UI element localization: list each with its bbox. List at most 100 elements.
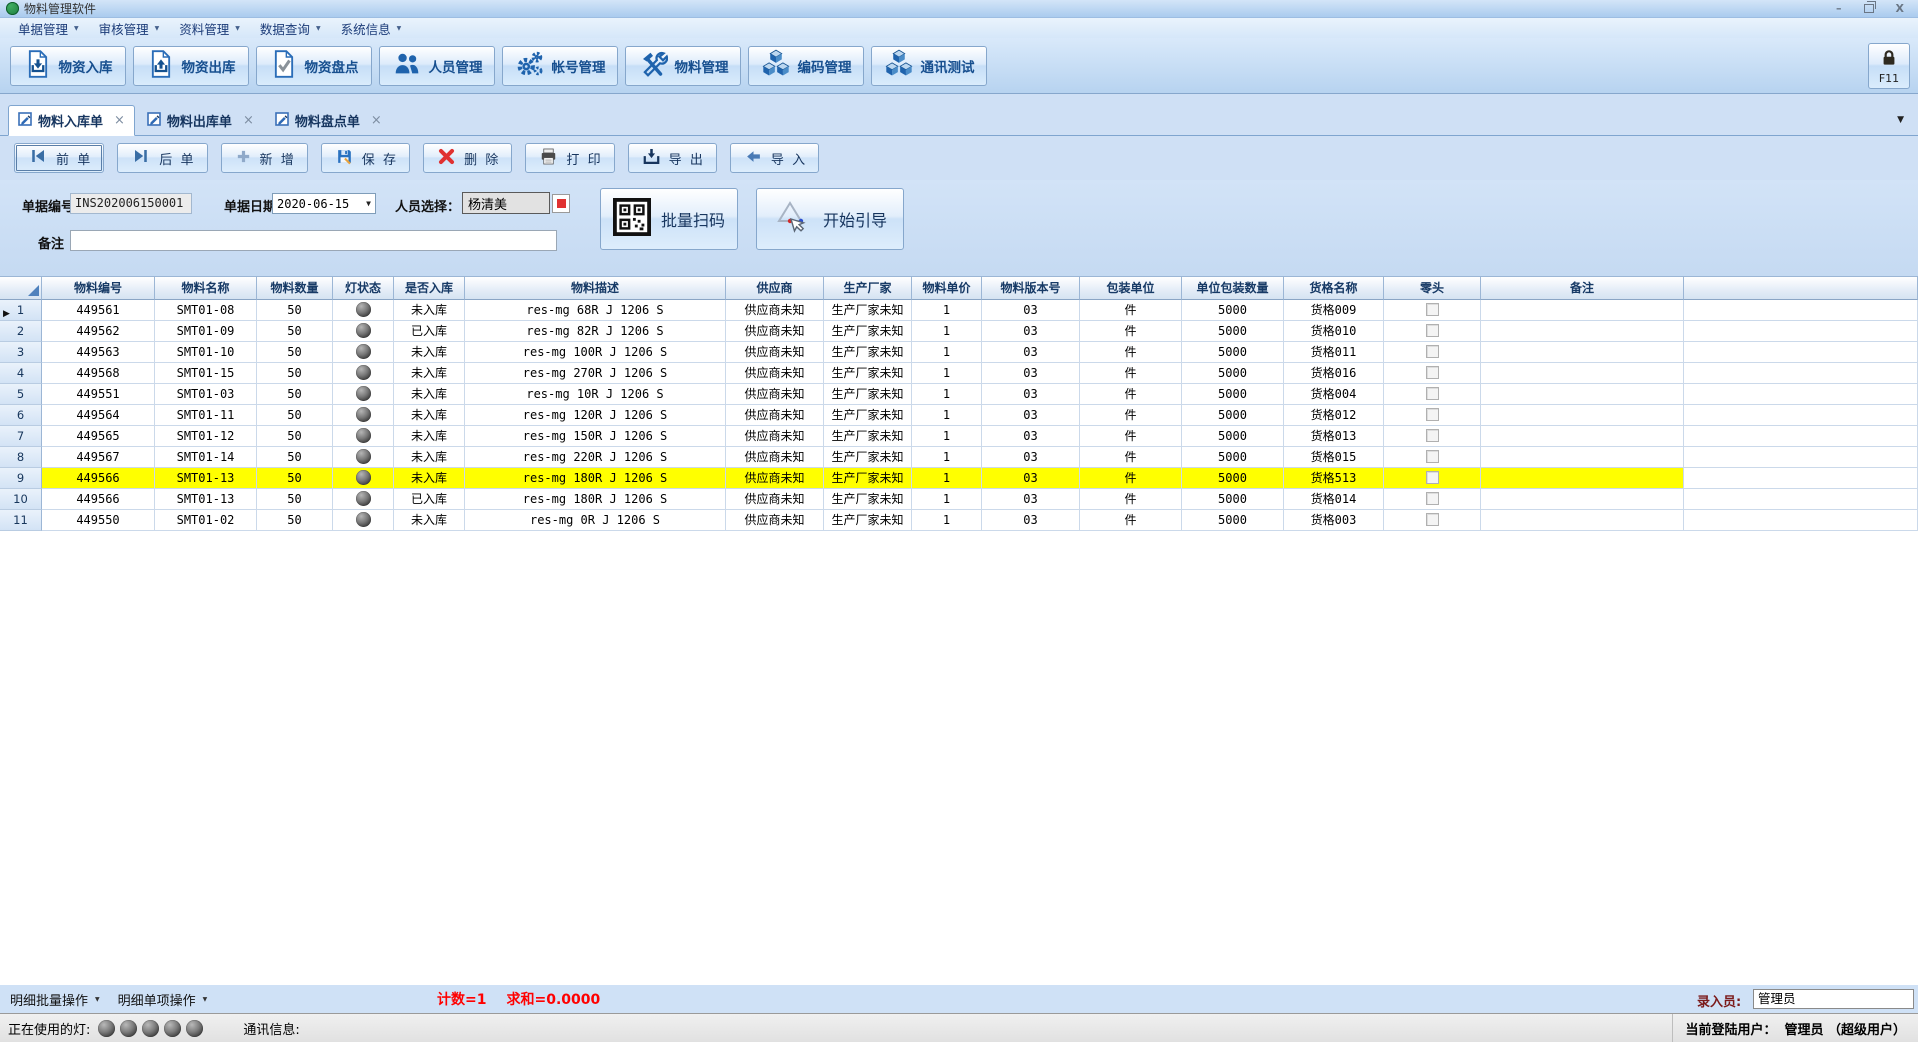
lock-f11-button[interactable]: F11 xyxy=(1868,43,1910,89)
detail-single-menu[interactable]: 明细单项操作▼ xyxy=(118,990,208,1009)
close-button[interactable]: X xyxy=(1896,4,1904,14)
table-row[interactable]: 5449551SMT01-0350未入库res-mg 10R J 1206 S供… xyxy=(0,384,1918,405)
odd-checkbox[interactable] xyxy=(1426,408,1439,421)
delete-button[interactable]: 删 除 xyxy=(423,143,512,173)
table-row[interactable]: 6449564SMT01-1150未入库res-mg 120R J 1206 S… xyxy=(0,405,1918,426)
table-row[interactable]: 8449567SMT01-1450未入库res-mg 220R J 1206 S… xyxy=(0,447,1918,468)
odd-checkbox[interactable] xyxy=(1426,366,1439,379)
column-header[interactable] xyxy=(0,276,42,300)
cell-desc: res-mg 100R J 1206 S xyxy=(465,342,726,363)
table-row[interactable]: 3449563SMT01-1050未入库res-mg 100R J 1206 S… xyxy=(0,342,1918,363)
column-header[interactable]: 物料单价 xyxy=(912,276,982,300)
material-management-button[interactable]: 物料管理 xyxy=(625,46,741,86)
odd-checkbox[interactable] xyxy=(1426,513,1439,526)
menu-item-system[interactable]: 系统信息▼ xyxy=(331,18,412,38)
material-inbound-button[interactable]: 物资入库 xyxy=(10,46,126,86)
column-header[interactable]: 物料版本号 xyxy=(982,276,1080,300)
cell-remark xyxy=(1481,300,1684,321)
odd-checkbox[interactable] xyxy=(1426,303,1439,316)
menu-item-query[interactable]: 数据查询▼ xyxy=(250,18,331,38)
table-row[interactable]: 7449565SMT01-1250未入库res-mg 150R J 1206 S… xyxy=(0,426,1918,447)
select-all-corner-icon[interactable] xyxy=(28,285,39,296)
cell-name: SMT01-11 xyxy=(155,405,257,426)
person-picker-button[interactable] xyxy=(552,194,570,213)
table-row[interactable]: 4449568SMT01-1550未入库res-mg 270R J 1206 S… xyxy=(0,363,1918,384)
cell-price: 1 xyxy=(912,426,982,447)
column-header[interactable]: 生产厂家 xyxy=(824,276,912,300)
start-guide-button[interactable]: 开始引导 xyxy=(756,188,904,250)
account-management-button[interactable]: 帐号管理 xyxy=(502,46,618,86)
cell-version: 03 xyxy=(982,510,1080,531)
remark-field[interactable] xyxy=(70,230,557,251)
chevron-down-icon: ▼ xyxy=(316,25,321,32)
doc-no-field[interactable]: INS202006150001 xyxy=(70,193,192,214)
entry-operator-field[interactable]: 管理员 xyxy=(1753,989,1914,1009)
column-header[interactable]: 供应商 xyxy=(726,276,824,300)
comm-test-button[interactable]: 通讯测试 xyxy=(871,46,987,86)
tab-inbound-order[interactable]: 物料入库单 × xyxy=(8,105,135,136)
odd-checkbox-cell xyxy=(1384,300,1481,321)
column-header[interactable]: 物料数量 xyxy=(257,276,333,300)
column-header[interactable]: 单位包装数量 xyxy=(1182,276,1284,300)
minimize-button[interactable]: – xyxy=(1836,4,1842,14)
edit-doc-icon xyxy=(275,112,289,130)
column-header[interactable]: 备注 xyxy=(1481,276,1684,300)
next-doc-button[interactable]: 后 单 xyxy=(117,143,207,173)
column-header[interactable] xyxy=(1684,276,1918,300)
cell-price: 1 xyxy=(912,447,982,468)
column-header[interactable]: 是否入库 xyxy=(394,276,465,300)
save-button[interactable]: 保 存 xyxy=(321,143,410,173)
column-header[interactable]: 零头 xyxy=(1384,276,1481,300)
tab-close-icon[interactable]: × xyxy=(371,113,382,128)
detail-batch-menu[interactable]: 明细批量操作▼ xyxy=(10,990,100,1009)
new-button[interactable]: 新 增 xyxy=(221,143,308,173)
odd-checkbox[interactable] xyxy=(1426,387,1439,400)
table-row[interactable]: 10449566SMT01-1350已入库res-mg 180R J 1206 … xyxy=(0,489,1918,510)
column-header[interactable]: 货格名称 xyxy=(1284,276,1384,300)
table-row[interactable]: 11449550SMT01-0250未入库res-mg 0R J 1206 S供… xyxy=(0,510,1918,531)
code-management-button[interactable]: 编码管理 xyxy=(748,46,864,86)
table-row[interactable]: 1▶449561SMT01-0850未入库res-mg 68R J 1206 S… xyxy=(0,300,1918,321)
column-header[interactable]: 物料编号 xyxy=(42,276,155,300)
doc-check-icon xyxy=(270,49,298,83)
red-square-icon xyxy=(557,199,566,208)
table-row[interactable]: 9449566SMT01-1350未入库res-mg 180R J 1206 S… xyxy=(0,468,1918,489)
batch-scan-button[interactable]: 批量扫码 xyxy=(600,188,738,250)
odd-checkbox[interactable] xyxy=(1426,324,1439,337)
tab-overflow-icon[interactable]: ▼ xyxy=(1897,115,1904,125)
tab-close-icon[interactable]: × xyxy=(243,113,254,128)
person-field[interactable]: 杨清美 xyxy=(462,192,550,214)
previous-doc-button[interactable]: 前 单 xyxy=(14,143,104,173)
material-stocktake-button[interactable]: 物资盘点 xyxy=(256,46,372,86)
chevron-down-icon: ▼ xyxy=(95,996,100,1003)
odd-checkbox[interactable] xyxy=(1426,471,1439,484)
cell-slot: 货格003 xyxy=(1284,510,1384,531)
column-header[interactable]: 灯状态 xyxy=(333,276,394,300)
column-header[interactable]: 物料描述 xyxy=(465,276,726,300)
odd-checkbox[interactable] xyxy=(1426,492,1439,505)
cell-unit: 件 xyxy=(1080,384,1182,405)
menu-item-documents[interactable]: 单据管理▼ xyxy=(8,18,89,38)
doc-date-select[interactable]: 2020-06-15▼ xyxy=(272,193,376,214)
menu-item-audit[interactable]: 审核管理▼ xyxy=(89,18,170,38)
menu-item-data[interactable]: 资料管理▼ xyxy=(169,18,250,38)
restore-button[interactable] xyxy=(1864,4,1874,13)
tab-outbound-order[interactable]: 物料出库单 × xyxy=(138,105,263,136)
column-header[interactable]: 包装单位 xyxy=(1080,276,1182,300)
import-button[interactable]: 导 入 xyxy=(730,143,819,173)
material-outbound-button[interactable]: 物资出库 xyxy=(133,46,249,86)
cell-qty: 50 xyxy=(257,510,333,531)
tab-stocktake-order[interactable]: 物料盘点单 × xyxy=(266,105,391,136)
odd-checkbox[interactable] xyxy=(1426,450,1439,463)
row-number-cell: 9 xyxy=(0,468,42,489)
cell-slot: 货格012 xyxy=(1284,405,1384,426)
print-button[interactable]: 打 印 xyxy=(525,143,614,173)
odd-checkbox[interactable] xyxy=(1426,429,1439,442)
column-header[interactable]: 物料名称 xyxy=(155,276,257,300)
personnel-management-button[interactable]: 人员管理 xyxy=(379,46,495,86)
cell-unit: 件 xyxy=(1080,510,1182,531)
table-row[interactable]: 2449562SMT01-0950已入库res-mg 82R J 1206 S供… xyxy=(0,321,1918,342)
export-button[interactable]: 导 出 xyxy=(628,143,717,173)
tab-close-icon[interactable]: × xyxy=(114,113,125,128)
odd-checkbox[interactable] xyxy=(1426,345,1439,358)
